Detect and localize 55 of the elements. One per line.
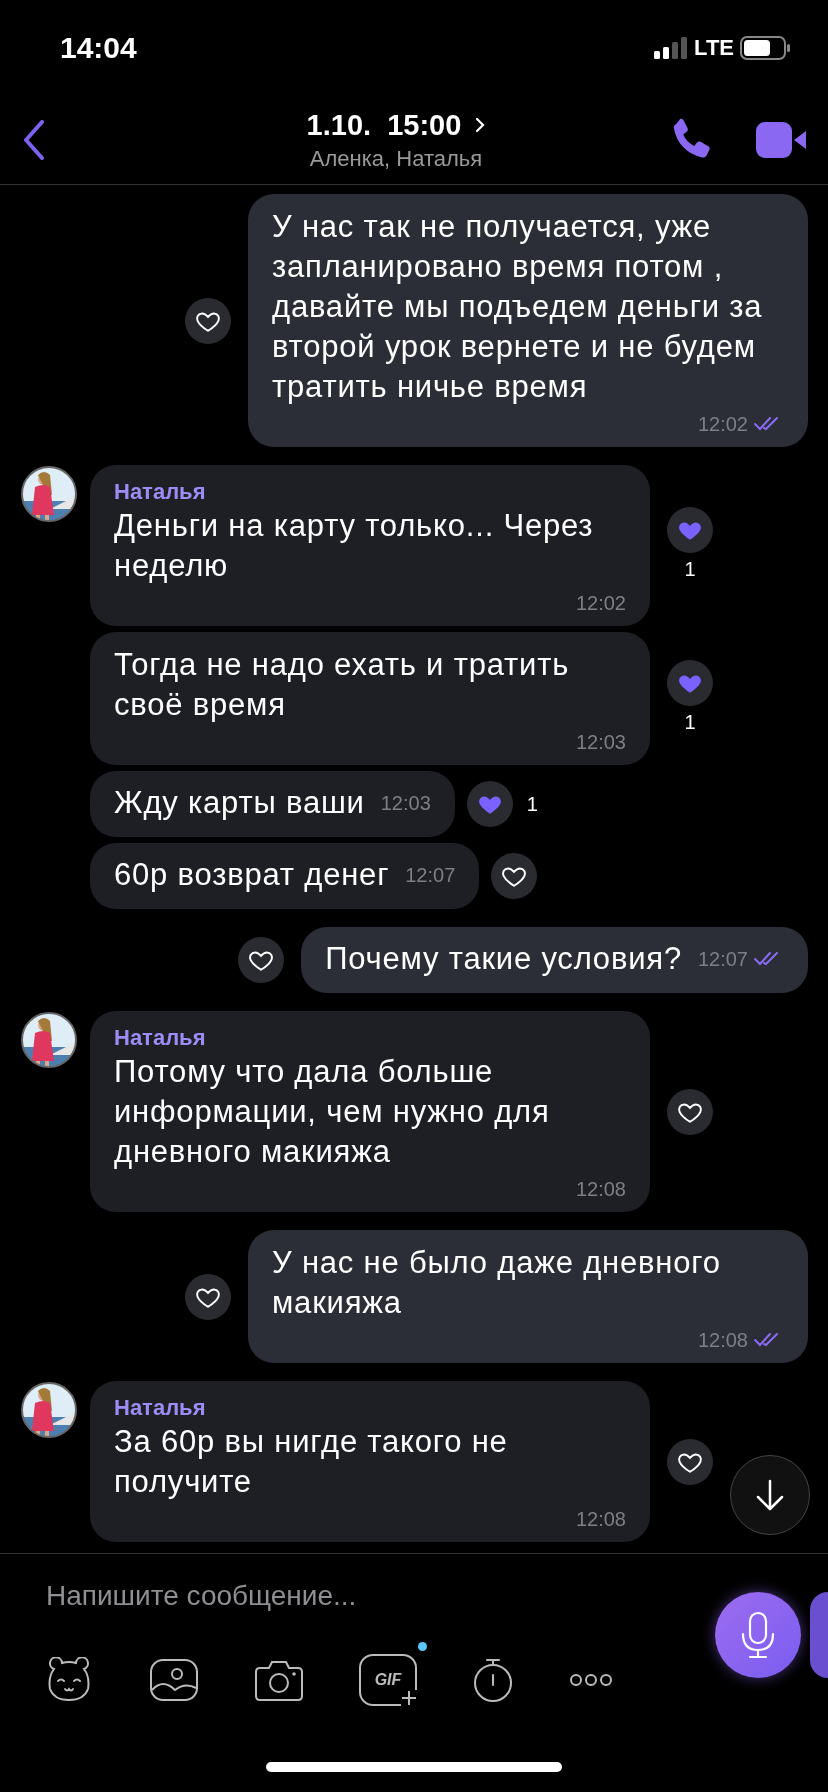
sender-name: Наталья	[114, 478, 207, 506]
reaction-count: 1	[526, 792, 538, 817]
message-text: 60р возврат денег	[114, 856, 390, 894]
more-icon[interactable]	[569, 1673, 613, 1687]
timer-icon[interactable]	[472, 1657, 514, 1703]
message-bubble[interactable]: Жду карты ваши 12:03	[90, 771, 455, 837]
video-call-icon[interactable]	[754, 120, 808, 160]
chat-participants: Аленка, Наталья	[309, 145, 483, 172]
message-time: 12:07	[405, 863, 456, 888]
edge-button[interactable]	[810, 1592, 828, 1678]
like-reaction[interactable]	[667, 1088, 713, 1135]
chevron-icon[interactable]	[475, 117, 486, 133]
message-time: 12:03	[380, 791, 431, 816]
camera-icon[interactable]	[254, 1658, 304, 1702]
message-text: Деньги на карту только... Через неделю	[114, 507, 595, 585]
status-time: 14:04	[60, 31, 137, 65]
message-bubble[interactable]: Почему такие условия? 12:07	[301, 927, 808, 993]
message-time: 12:03	[575, 730, 626, 755]
message-input[interactable]: Напишите сообщение...	[46, 1576, 646, 1616]
message-bubble[interactable]: Наталья Потому что дала больше информации, чем нужно для дневного макияжа 12:08	[90, 1011, 650, 1212]
message-text: Тогда не надо ехать и тратить своё время	[114, 646, 571, 724]
message-time: 12:07	[697, 947, 748, 972]
message-time: 12:08	[575, 1177, 626, 1202]
message-text: За 60р вы нигде такого не получите	[114, 1423, 509, 1501]
message-time: 12:08	[697, 1328, 748, 1353]
sender-name: Наталья	[114, 1394, 207, 1422]
message-bubble[interactable]: Наталья Деньги на карту только... Через неделю 12:02	[90, 465, 650, 626]
message-text: У нас не было даже дневного макияжа	[272, 1244, 722, 1322]
like-reaction[interactable]	[667, 1438, 713, 1485]
message-bubble[interactable]: У нас не было даже дневного макияжа 12:08	[248, 1230, 808, 1363]
chat-title[interactable]: 1.10. 15:00	[306, 108, 462, 142]
message-bubble[interactable]: Наталья За 60р вы нигде такого не получите 12:08	[90, 1381, 650, 1542]
message-bubble[interactable]: Тогда не надо ехать и тратить своё время 12:03	[90, 632, 650, 765]
voice-message-button[interactable]	[715, 1592, 801, 1678]
message-time: 12:02	[575, 591, 626, 616]
message-time: 12:08	[575, 1507, 626, 1532]
image-icon[interactable]	[149, 1658, 199, 1702]
message-text: Жду карты ваши	[114, 784, 365, 822]
message-text: Почему такие условия?	[325, 940, 682, 978]
signal-icon	[654, 37, 689, 59]
message-time: 12:02	[697, 412, 748, 437]
back-icon[interactable]	[22, 120, 46, 160]
like-reaction[interactable]	[185, 1273, 231, 1320]
message-bubble[interactable]: У нас так не получается, уже запланировано время потом , давайте мы подъедем деньги за второй урок вернете и не будем тратить ничье время 12:02	[248, 194, 808, 447]
network-label: LTE	[694, 35, 734, 61]
message-bubble[interactable]: 60р возврат денег 12:07	[90, 843, 480, 909]
message-text: У нас так не получается, уже запланировано время потом , давайте мы подъедем деньги за второй урок вернете и не будем тратить ничье время	[272, 208, 764, 406]
like-reaction[interactable]	[238, 937, 285, 983]
reaction-count: 1	[684, 709, 696, 735]
like-reaction[interactable]	[491, 853, 538, 899]
sender-name: Наталья	[114, 1024, 207, 1052]
battery-icon	[740, 36, 790, 60]
reaction-count: 1	[684, 556, 696, 582]
message-text: Потому что дала больше информации, чем нужно для дневного макияжа	[114, 1053, 551, 1171]
like-reaction[interactable]	[185, 297, 231, 344]
